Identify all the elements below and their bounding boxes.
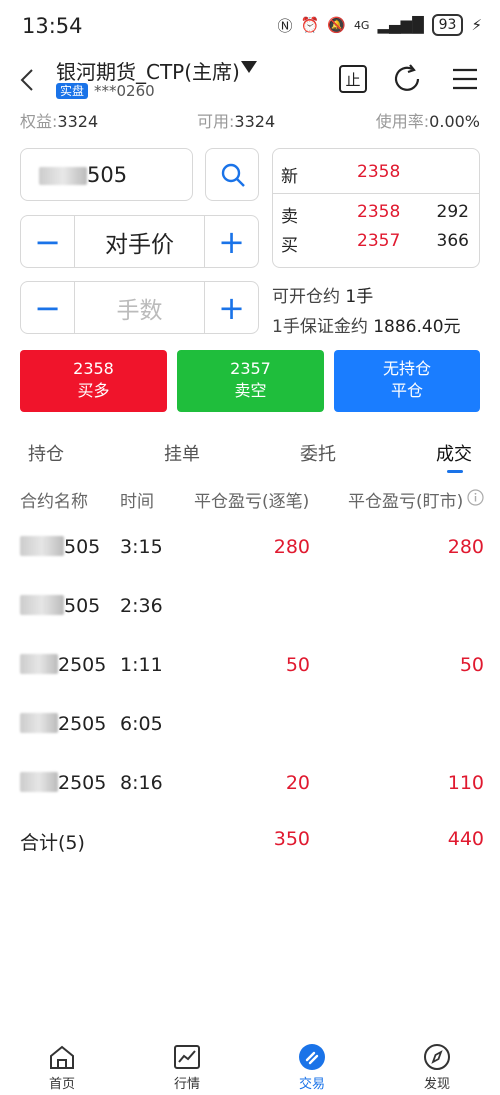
nfc-icon: Ⓝ (277, 16, 293, 35)
nav-home[interactable]: 首页 (22, 1043, 102, 1092)
price-type-field[interactable]: 对手价 (75, 216, 204, 267)
nav-trade[interactable]: 交易 (272, 1043, 352, 1092)
equity-metric: 权益:3324 (20, 112, 99, 131)
contract-input[interactable]: 505 (20, 148, 193, 201)
redacted-contract (20, 595, 64, 615)
stop-order-icon[interactable]: 止 (336, 62, 370, 96)
bottom-nav: 首页 行情 交易 发现 (0, 1035, 500, 1095)
col-pnl-mtm: 平仓盈亏(盯市) (348, 492, 464, 512)
ask-row: 卖 2358 292 (281, 202, 469, 227)
table-row[interactable]: 505 3:15 280 280 (0, 536, 500, 576)
price-plus-button[interactable]: + (204, 216, 258, 267)
app-header: 银河期货_CTP(主席) 实盘 ***0260 止 (0, 50, 500, 110)
account-metrics: 权益:3324 可用:3324 使用率:0.00% (0, 108, 500, 134)
account-number: ***0260 (94, 82, 155, 100)
signal-icon: ▂▄▆█ (377, 16, 424, 34)
tab-positions[interactable]: 持仓 (28, 440, 64, 466)
redacted-contract (20, 654, 58, 674)
table-row[interactable]: 505 2:36 (0, 595, 500, 635)
table-row[interactable]: 2505 6:05 (0, 713, 500, 753)
buy-long-button[interactable]: 2358 买多 (20, 350, 167, 412)
qty-plus-button[interactable]: + (204, 282, 258, 333)
col-pnl-trade: 平仓盈亏(逐笔) (194, 492, 310, 512)
trade-icon (299, 1044, 325, 1070)
tab-pending[interactable]: 挂单 (164, 440, 200, 466)
margin-info: 1手保证金约 1886.40元 (272, 317, 461, 337)
redacted-contract (20, 713, 58, 733)
usage-metric: 使用率:0.00% (375, 112, 480, 131)
back-icon[interactable] (14, 66, 42, 94)
bid-row: 买 2357 366 (281, 231, 469, 256)
sell-short-button[interactable]: 2357 卖空 (177, 350, 324, 412)
available-metric: 可用:3324 (197, 112, 276, 131)
col-contract: 合约名称 (20, 492, 88, 512)
status-icons: Ⓝ ⏰ 🔕 4G ▂▄▆█ 93 ⚡ (278, 14, 482, 36)
search-button[interactable] (205, 148, 259, 201)
alarm-icon: ⏰ (300, 16, 320, 34)
last-price-row: 新 2358 (281, 162, 401, 187)
chart-icon (174, 1045, 200, 1069)
record-tabs: 持仓 挂单 委托 成交 (0, 436, 500, 476)
info-icon[interactable] (467, 489, 484, 506)
price-minus-button[interactable]: − (21, 216, 75, 267)
redacted-contract (39, 167, 87, 185)
price-stepper: − 对手价 + (20, 215, 259, 268)
account-subtitle: 实盘 ***0260 (56, 82, 155, 100)
table-row[interactable]: 2505 1:11 50 50 (0, 654, 500, 694)
home-icon (50, 1045, 74, 1069)
dropdown-caret-icon[interactable] (240, 60, 258, 74)
status-time: 13:54 (22, 14, 83, 38)
network-label: 4G (353, 18, 370, 32)
quote-panel: 新 2358 卖 2358 292 买 2357 366 (272, 148, 480, 268)
redacted-contract (20, 536, 64, 556)
col-time: 时间 (120, 492, 154, 512)
close-position-button[interactable]: 无持仓 平仓 (334, 350, 480, 412)
refresh-icon[interactable] (390, 62, 424, 96)
svg-text:止: 止 (345, 71, 360, 89)
tab-trades[interactable]: 成交 (436, 440, 472, 466)
account-title[interactable]: 银河期货_CTP(主席) (56, 56, 240, 85)
battery-icon: 93 (431, 14, 464, 36)
active-tab-indicator (447, 470, 463, 473)
charging-icon: ⚡ (471, 16, 482, 34)
nav-market[interactable]: 行情 (147, 1043, 227, 1092)
live-badge: 实盘 (56, 83, 89, 99)
table-total-row: 合计(5) 350 440 (20, 828, 484, 854)
quote-divider (273, 193, 479, 194)
table-row[interactable]: 2505 8:16 20 110 (0, 772, 500, 812)
search-icon (221, 163, 245, 187)
nav-discover[interactable]: 发现 (397, 1043, 477, 1092)
status-bar: 13:54 Ⓝ ⏰ 🔕 4G ▂▄▆█ 93 ⚡ (0, 0, 500, 50)
redacted-contract (20, 772, 58, 792)
qty-minus-button[interactable]: − (21, 282, 75, 333)
quantity-stepper: − 手数 + (20, 281, 259, 334)
mute-icon: 🔕 (327, 16, 346, 34)
openable-info: 可开仓约 1手 (272, 287, 374, 307)
tab-orders[interactable]: 委托 (300, 440, 336, 466)
compass-icon (424, 1044, 450, 1070)
quantity-input[interactable]: 手数 (75, 282, 204, 333)
menu-icon[interactable] (448, 62, 482, 96)
